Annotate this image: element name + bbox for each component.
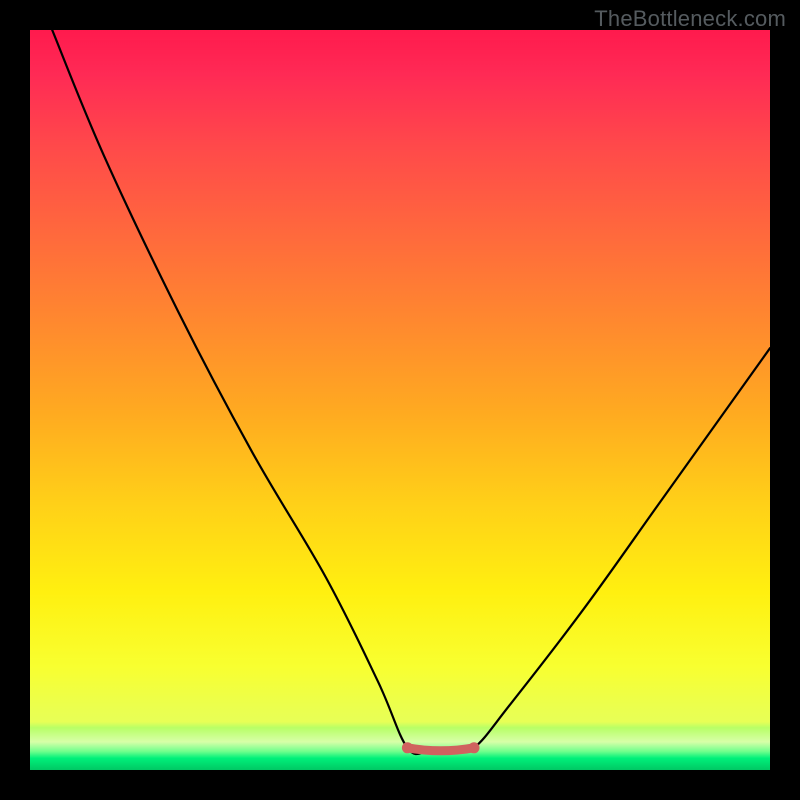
flat-marker-end-dot	[469, 742, 480, 753]
plot-area	[30, 30, 770, 770]
flat-marker-start-dot	[402, 742, 413, 753]
flat-marker-path	[407, 748, 474, 751]
watermark-text: TheBottleneck.com	[594, 6, 786, 32]
bottleneck-curve-path	[52, 30, 770, 754]
curve-layer	[30, 30, 770, 770]
chart-frame: TheBottleneck.com	[0, 0, 800, 800]
